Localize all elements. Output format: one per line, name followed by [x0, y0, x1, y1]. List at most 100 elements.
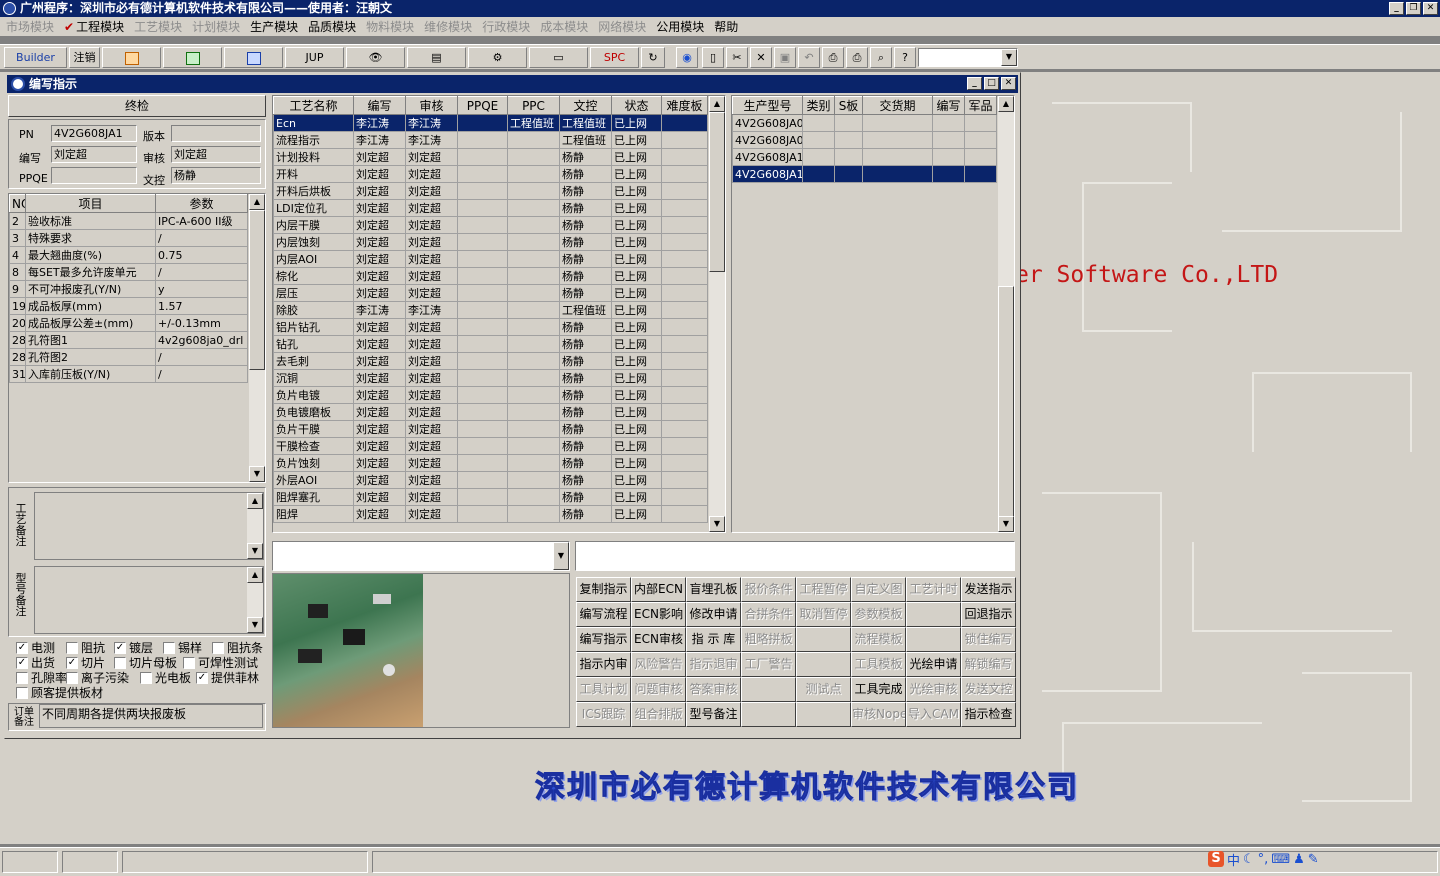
process-row[interactable]: 负片电镀 刘定超 刘定超 杨静 已上网 — [273, 386, 708, 404]
action-button[interactable] — [906, 602, 961, 627]
process-header[interactable]: 状态 — [611, 96, 662, 115]
chevron-down-icon[interactable]: ▼ — [1001, 49, 1017, 66]
child-close-button[interactable]: ✕ — [1001, 77, 1016, 90]
process-row[interactable]: 阻焊 刘定超 刘定超 杨静 已上网 — [273, 505, 708, 523]
action-button[interactable]: 修改申请 — [686, 602, 741, 627]
unchecked-box-icon[interactable] — [16, 686, 28, 699]
action-button[interactable]: 粗略拼板 — [741, 627, 796, 652]
model-row[interactable]: 4V2G608JA1 — [732, 165, 997, 183]
unchecked-box-icon[interactable] — [140, 671, 152, 684]
scroll-up-icon[interactable]: ▲ — [709, 96, 725, 112]
action-button[interactable]: 解锁编写 — [961, 652, 1016, 677]
process-row[interactable]: 铝片钻孔 刘定超 刘定超 杨静 已上网 — [273, 318, 708, 336]
checked-box-icon[interactable]: ✓ — [196, 671, 208, 684]
excel-button[interactable] — [163, 47, 222, 68]
process-row[interactable]: 干膜检查 刘定超 刘定超 杨静 已上网 — [273, 437, 708, 455]
process-combo[interactable]: ▼ — [272, 541, 570, 571]
action-button[interactable] — [741, 677, 796, 702]
scroll-thumb[interactable] — [998, 286, 1014, 526]
child-maximize-button[interactable]: □ — [984, 77, 999, 90]
scroll-up-icon[interactable]: ▲ — [998, 96, 1014, 112]
restore-button[interactable]: ❐ — [1406, 2, 1421, 15]
action-button[interactable]: 编写流程 — [576, 602, 631, 627]
action-button[interactable]: 取消暂停 — [796, 602, 851, 627]
chevron-down-icon[interactable]: ▼ — [553, 542, 569, 570]
scroll-down-icon[interactable]: ▼ — [249, 466, 265, 482]
builder-button[interactable]: Builder — [4, 47, 67, 68]
menu-item-3[interactable]: 计划模块 — [190, 18, 248, 35]
note-textbox[interactable] — [575, 541, 1015, 571]
action-button[interactable]: 测试点 — [796, 677, 851, 702]
checked-box-icon[interactable]: ✓ — [114, 641, 126, 654]
menu-item-0[interactable]: 市场模块 — [4, 18, 62, 35]
params-row[interactable]: 2 验收标准 IPC-A-600 II级 — [9, 212, 248, 230]
print-button[interactable]: ⎙ — [846, 47, 868, 68]
toolbar-combo[interactable]: ▼ — [918, 48, 1018, 67]
action-button[interactable]: 工具完成 — [851, 677, 906, 702]
model-header[interactable]: 交货期 — [862, 96, 933, 115]
action-button[interactable]: 工艺计时 — [906, 577, 961, 602]
globe-button[interactable]: ◉ — [676, 47, 698, 68]
scroll-up-icon[interactable]: ▲ — [249, 194, 265, 210]
params-row[interactable]: 31 入库前压板(Y/N) / — [9, 365, 248, 383]
help-button[interactable]: ? — [894, 47, 916, 68]
action-button[interactable]: 盲埋孔板 — [686, 577, 741, 602]
process-row[interactable]: 内层AOI 刘定超 刘定超 杨静 已上网 — [273, 250, 708, 268]
action-button[interactable]: 参数模板 — [851, 602, 906, 627]
word-button[interactable] — [224, 47, 283, 68]
model-scrollbar[interactable]: ▲ ▼ — [998, 96, 1014, 532]
params-row[interactable]: 3 特殊要求 / — [9, 229, 248, 247]
network-button[interactable]: ⚙ — [468, 47, 527, 68]
delete-button[interactable]: ✕ — [750, 47, 772, 68]
database-button[interactable]: ▤ — [407, 47, 466, 68]
params-row[interactable]: 9 不可冲报废孔(Y/N) y — [9, 280, 248, 298]
action-button[interactable]: 问题审核 — [631, 677, 686, 702]
scroll-thumb[interactable] — [709, 112, 725, 272]
option-checkbox[interactable]: 顾客提供板材 — [16, 684, 103, 701]
reviewer-field[interactable]: 刘定超 — [171, 146, 261, 163]
preview-button[interactable]: ⎙ — [822, 47, 844, 68]
action-button[interactable]: 发送指示 — [961, 577, 1016, 602]
minimize-button[interactable]: _ — [1389, 2, 1404, 15]
unchecked-box-icon[interactable] — [66, 641, 78, 654]
option-checkbox[interactable]: 光电板 — [140, 669, 191, 686]
model-header[interactable]: 编写 — [932, 96, 965, 115]
writer-field[interactable]: 刘定超 — [51, 146, 137, 163]
checked-box-icon[interactable]: ✓ — [16, 656, 28, 669]
unchecked-box-icon[interactable] — [114, 656, 126, 669]
action-button[interactable]: ECN审核 — [631, 627, 686, 652]
find-button[interactable]: ⌕ — [870, 47, 892, 68]
model-row[interactable]: 4V2G608JA1 — [732, 148, 997, 166]
process-row[interactable]: Ecn 李江涛 李江涛 工程值班 工程值班 已上网 — [273, 114, 708, 132]
process-row[interactable]: 阻焊塞孔 刘定超 刘定超 杨静 已上网 — [273, 488, 708, 506]
action-button[interactable]: 光绘申请 — [906, 652, 961, 677]
unchecked-box-icon[interactable] — [66, 671, 78, 684]
action-button[interactable]: 答案审核 — [686, 677, 741, 702]
checked-box-icon[interactable]: ✓ — [66, 656, 78, 669]
process-row[interactable]: 负片干膜 刘定超 刘定超 杨静 已上网 — [273, 420, 708, 438]
doc-field[interactable]: 杨静 — [171, 167, 261, 184]
action-button[interactable]: 指示内审 — [576, 652, 631, 677]
close-button[interactable]: ✕ — [1423, 2, 1438, 15]
params-scrollbar[interactable]: ▲ ▼ — [249, 194, 265, 482]
scroll-thumb[interactable] — [249, 210, 265, 370]
params-row[interactable]: 8 每SET最多允许废单元 / — [9, 263, 248, 281]
cut-button[interactable]: ✂ — [726, 47, 748, 68]
action-button[interactable]: 复制指示 — [576, 577, 631, 602]
process-header[interactable]: PPC — [507, 96, 560, 115]
action-button[interactable]: 导入CAM — [906, 702, 961, 727]
process-row[interactable]: 层压 刘定超 刘定超 杨静 已上网 — [273, 284, 708, 302]
save-button[interactable]: ▣ — [774, 47, 796, 68]
process-row[interactable]: 棕化 刘定超 刘定超 杨静 已上网 — [273, 267, 708, 285]
process-row[interactable]: 钻孔 刘定超 刘定超 杨静 已上网 — [273, 335, 708, 353]
params-header[interactable]: 参数 — [155, 194, 248, 213]
pn-field[interactable]: 4V2G608JA1 — [51, 125, 137, 142]
action-button[interactable]: 自定义图 — [851, 577, 906, 602]
action-button[interactable] — [796, 702, 851, 727]
menu-item-6[interactable]: 物料模块 — [364, 18, 422, 35]
params-row[interactable]: 20 成品板厚公差±(mm) +/-0.13mm — [9, 314, 248, 332]
process-row[interactable]: 除胶 李江涛 李江涛 工程值班 已上网 — [273, 301, 708, 319]
params-row[interactable]: 19 成品板厚(mm) 1.57 — [9, 297, 248, 315]
menu-item-10[interactable]: 网络模块 — [596, 18, 654, 35]
action-button[interactable] — [796, 652, 851, 677]
